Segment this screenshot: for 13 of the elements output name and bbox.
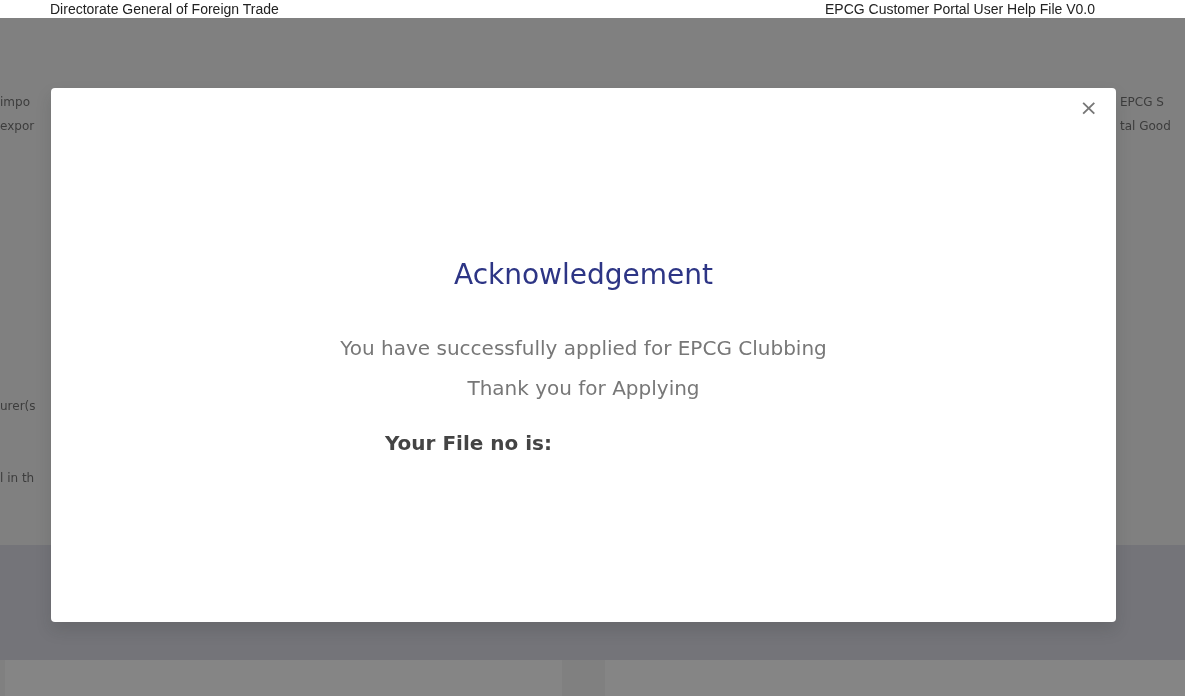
background-text: EPCG S [1120, 94, 1165, 111]
header-title: EPCG Customer Portal User Help File V0.0 [825, 0, 1095, 18]
background-text: impo [0, 94, 31, 111]
background-text: expor [0, 118, 36, 135]
background-text: urer(s [0, 398, 37, 415]
message-text: You have successfully applied for EPCG Clubbing [340, 334, 827, 362]
dialog-title: Acknowledgement [453, 258, 714, 292]
close-button[interactable]: × [1075, 96, 1102, 120]
background-text: tal Good [1120, 118, 1172, 135]
header-title: Directorate General of Foreign Trade [50, 0, 279, 18]
file-number-label: Your File no is: [384, 429, 553, 457]
message-text: Thank you for Applying [467, 374, 700, 402]
background-text: l in th [0, 470, 36, 487]
